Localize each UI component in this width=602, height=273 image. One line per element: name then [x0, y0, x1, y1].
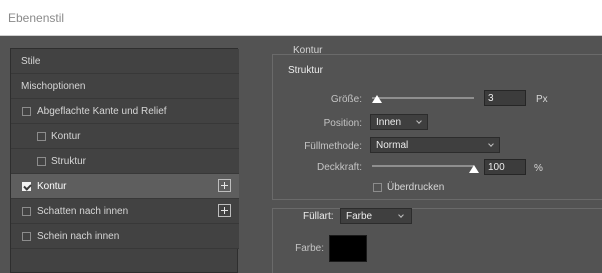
- size-slider-track[interactable]: [372, 97, 474, 99]
- blend-mode-label: Füllmethode:: [304, 141, 362, 152]
- size-label: Größe:: [330, 94, 362, 105]
- sidebar-item-struktur-sub[interactable]: Struktur: [11, 149, 239, 174]
- chevron-down-icon: [398, 212, 404, 218]
- size-unit: Px: [536, 94, 548, 105]
- fill-type-value: Farbe: [346, 211, 373, 222]
- opacity-input[interactable]: 100: [484, 159, 526, 175]
- title-bar: Ebenenstil: [0, 0, 602, 36]
- fill-type-label: Füllart:: [300, 211, 337, 222]
- sidebar-item-abgeflachte-kante[interactable]: Abgeflachte Kante und Relief: [11, 99, 239, 124]
- sidebar-item-checkbox[interactable]: [22, 107, 31, 116]
- sidebar-item-schatten-nach-innen[interactable]: Schatten nach innen: [11, 199, 239, 224]
- add-effect-icon[interactable]: [218, 204, 231, 217]
- sidebar-item-label: Kontur: [51, 131, 81, 142]
- position-value: Innen: [376, 117, 402, 128]
- dialog-title: Ebenenstil: [8, 11, 65, 25]
- color-swatch[interactable]: [329, 235, 367, 262]
- opacity-label: Deckkraft:: [316, 162, 362, 173]
- opacity-slider-thumb[interactable]: [469, 165, 479, 173]
- styles-sidebar: Stile Mischoptionen Abgeflachte Kante un…: [10, 48, 239, 273]
- layer-style-dialog: Stile Mischoptionen Abgeflachte Kante un…: [0, 36, 602, 273]
- fill-type-dropdown[interactable]: Farbe: [340, 208, 412, 224]
- sidebar-item-schein-nach-innen[interactable]: Schein nach innen: [11, 224, 239, 249]
- sidebar-item-kontur[interactable]: Kontur: [11, 174, 239, 199]
- sidebar-item-checkbox[interactable]: [22, 232, 31, 241]
- position-dropdown[interactable]: Innen: [370, 114, 428, 130]
- sidebar-item-kontur-sub[interactable]: Kontur: [11, 124, 239, 149]
- opacity-unit: %: [534, 163, 543, 174]
- overprint-checkbox[interactable]: [373, 183, 382, 192]
- overprint-label: Überdrucken: [387, 182, 445, 193]
- sidebar-item-checkbox[interactable]: [22, 207, 31, 216]
- structure-title: Struktur: [285, 65, 327, 76]
- color-label: Farbe:: [295, 243, 324, 254]
- stroke-settings-panel: Kontur Struktur Größe: 3 Px Position: In…: [262, 36, 602, 273]
- sidebar-item-label: Mischoptionen: [21, 81, 86, 92]
- sidebar-item-label: Schein nach innen: [37, 231, 120, 242]
- chevron-down-icon: [416, 118, 422, 124]
- sidebar-item-mischoptionen[interactable]: Mischoptionen: [11, 74, 239, 99]
- sidebar-item-checkbox[interactable]: [37, 157, 46, 166]
- size-input[interactable]: 3: [484, 90, 526, 106]
- sidebar-item-label: Abgeflachte Kante und Relief: [37, 106, 167, 117]
- sidebar-item-checkbox[interactable]: [37, 132, 46, 141]
- blend-mode-value: Normal: [376, 140, 409, 151]
- blend-mode-dropdown[interactable]: Normal: [370, 137, 500, 153]
- add-effect-icon[interactable]: [218, 179, 231, 192]
- sidebar-item-label: Struktur: [51, 156, 87, 167]
- size-slider-thumb[interactable]: [372, 95, 382, 103]
- position-label: Position:: [323, 118, 362, 129]
- sidebar-item-stile[interactable]: Stile: [11, 49, 239, 74]
- sidebar-item-checkbox[interactable]: [22, 182, 31, 191]
- sidebar-item-label: Schatten nach innen: [37, 206, 129, 217]
- sidebar-item-label: Stile: [21, 56, 41, 67]
- opacity-slider-track[interactable]: [372, 165, 474, 167]
- sidebar-item-label: Kontur: [37, 181, 67, 192]
- chevron-down-icon: [488, 141, 494, 147]
